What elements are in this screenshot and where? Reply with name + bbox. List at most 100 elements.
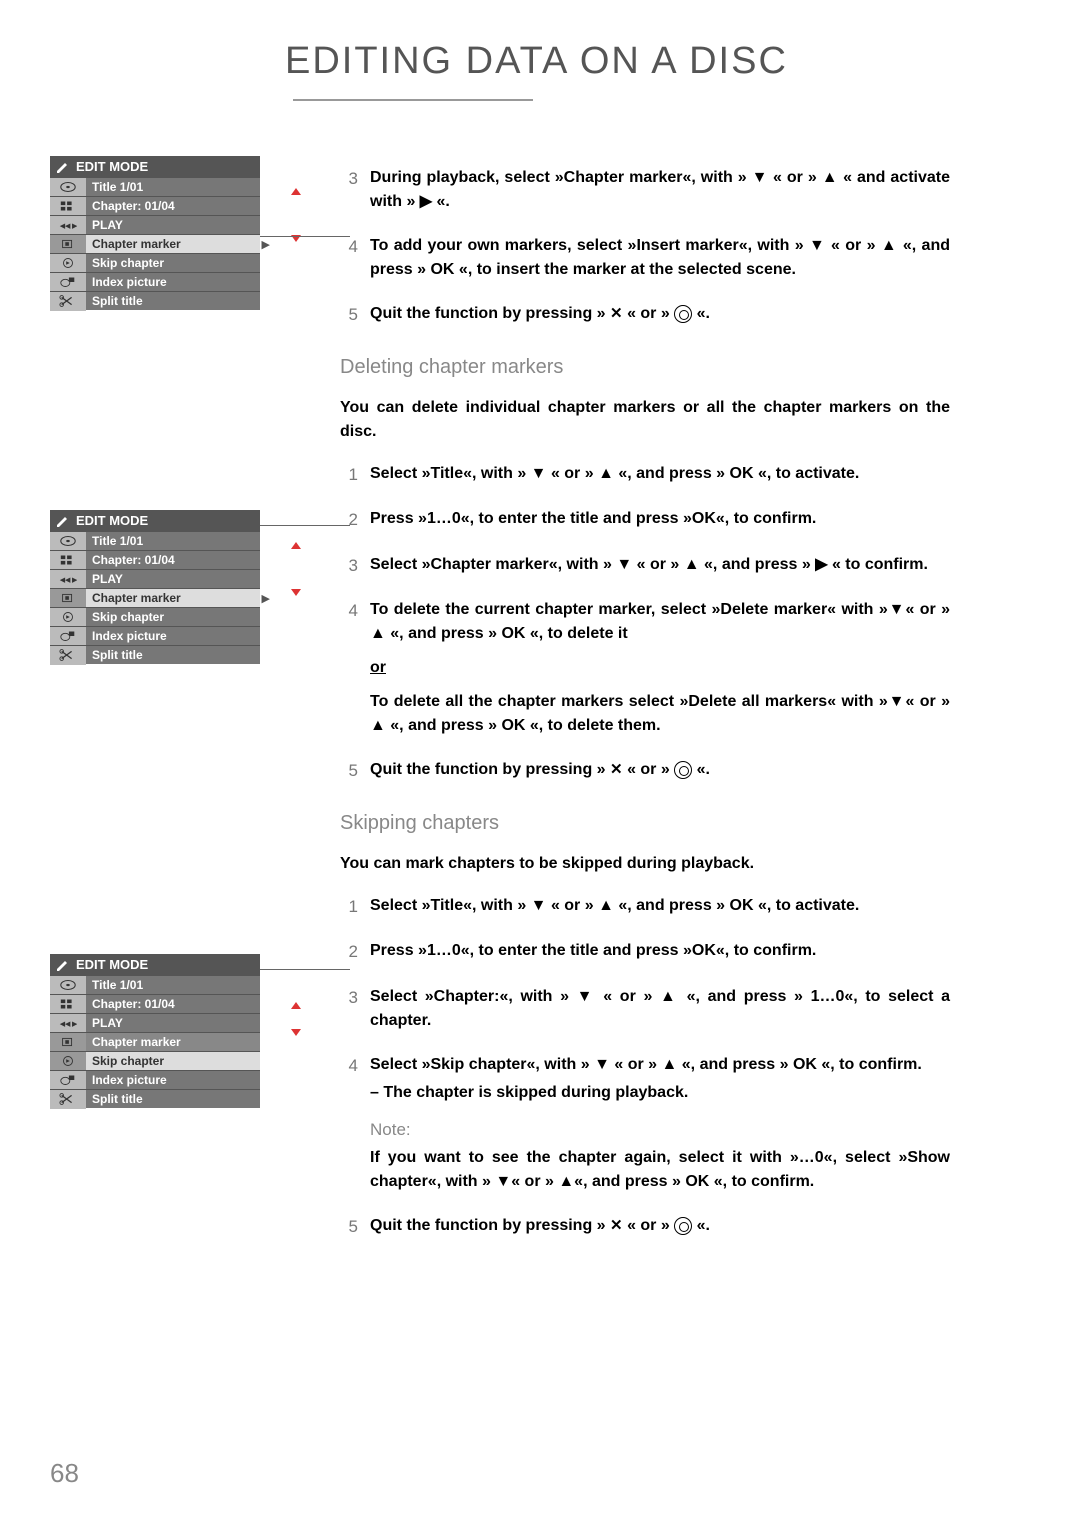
menu-row-chapter: Chapter: 01/04 bbox=[50, 994, 260, 1013]
menu-label: Chapter: 01/04 bbox=[86, 199, 260, 213]
step-1: 1Select »Title«, with » ▼ « or » ▲ «, an… bbox=[340, 894, 950, 920]
skip-icon bbox=[50, 254, 86, 273]
step-4: 4 To delete the current chapter marker, … bbox=[340, 598, 950, 738]
menu-row-title: Title 1/01 bbox=[50, 531, 260, 550]
menu-row-split: Split title bbox=[50, 645, 260, 664]
menu-label: Skip chapter bbox=[86, 256, 260, 270]
edit-mode-menu-1: EDIT MODE Title 1/01 Chapter: 01/04 ◀◀ ▶… bbox=[50, 156, 260, 310]
close-x-icon: ✕ bbox=[610, 1215, 623, 1238]
menu-row-chapter-marker: Chapter marker▶ bbox=[50, 588, 260, 607]
menu-row-title: Title 1/01 bbox=[50, 177, 260, 196]
svg-text:◀◀ ▶ ▶▶: ◀◀ ▶ ▶▶ bbox=[60, 577, 77, 584]
expand-right-icon: ▶ bbox=[262, 238, 270, 251]
menu-header: EDIT MODE bbox=[50, 954, 260, 975]
menu-header: EDIT MODE bbox=[50, 510, 260, 531]
step-3: 3Select »Chapter:«, with » ▼ « or » ▲ «,… bbox=[340, 985, 950, 1033]
step-text: To delete the current chapter marker, se… bbox=[370, 598, 950, 738]
menu-row-play: ◀◀ ▶ ▶▶ PLAY bbox=[50, 215, 260, 234]
step-number: 3 bbox=[340, 166, 370, 214]
step-5: 5 Quit the function by pressing » ✕ « or… bbox=[340, 758, 950, 784]
pencil-icon bbox=[56, 515, 70, 527]
menu-row-chapter: Chapter: 01/04 bbox=[50, 196, 260, 215]
grid-icon bbox=[50, 197, 86, 216]
page-title-text: EDITING DATA ON A DISC bbox=[285, 40, 788, 82]
step-text: Select »Chapter:«, with » ▼ « or » ▲ «, … bbox=[370, 985, 950, 1033]
stop-icon bbox=[674, 305, 692, 323]
step-1: 1Select »Title«, with » ▼ « or » ▲ «, an… bbox=[340, 462, 950, 488]
menu-row-index: Index picture bbox=[50, 1070, 260, 1089]
menu-label: Title 1/01 bbox=[86, 180, 260, 194]
menu-label: PLAY bbox=[86, 218, 260, 232]
step-text: Press »1…0«, to enter the title and pres… bbox=[370, 939, 950, 965]
menu-scroll-arrows bbox=[291, 510, 301, 596]
menu-scroll-arrows bbox=[291, 954, 301, 1036]
connector-line bbox=[260, 969, 350, 970]
step-5: 5 Quit the function by pressing » ✕ « or… bbox=[340, 302, 950, 328]
pencil-icon bbox=[56, 161, 70, 173]
menu-row-play: ◀◀ ▶ ▶▶PLAY bbox=[50, 569, 260, 588]
svg-text:◀◀ ▶ ▶▶: ◀◀ ▶ ▶▶ bbox=[60, 1021, 77, 1028]
disc-icon bbox=[50, 178, 86, 197]
close-x-icon: ✕ bbox=[610, 759, 623, 782]
stop-icon bbox=[674, 1217, 692, 1235]
menu-row-index: Index picture bbox=[50, 272, 260, 291]
step-text: During playback, select »Chapter marker«… bbox=[370, 166, 950, 214]
note-text: If you want to see the chapter again, se… bbox=[370, 1146, 950, 1194]
step-text: Quit the function by pressing » ✕ « or »… bbox=[370, 758, 950, 784]
marker-icon bbox=[50, 235, 86, 254]
menu-header-text: EDIT MODE bbox=[76, 957, 148, 972]
step-text: Press »1…0«, to enter the title and pres… bbox=[370, 507, 950, 533]
step-2: 2Press »1…0«, to enter the title and pre… bbox=[340, 939, 950, 965]
menu-row-chapter-marker: Chapter marker ▶ bbox=[50, 234, 260, 253]
step-2: 2Press »1…0«, to enter the title and pre… bbox=[340, 507, 950, 533]
step-number: 5 bbox=[340, 302, 370, 328]
step-text: Select »Chapter marker«, with » ▼ « or »… bbox=[370, 553, 950, 579]
menu-row-skip: Skip chapter bbox=[50, 1051, 260, 1070]
step-text: To add your own markers, select »Insert … bbox=[370, 234, 950, 282]
step-4: 4 Select »Skip chapter«, with » ▼ « or »… bbox=[340, 1053, 950, 1195]
section-intro: You can delete individual chapter marker… bbox=[340, 396, 950, 444]
menu-header: EDIT MODE bbox=[50, 156, 260, 177]
menu-row-skip: Skip chapter bbox=[50, 253, 260, 272]
pencil-icon bbox=[56, 959, 70, 971]
step-text: Select »Title«, with » ▼ « or » ▲ «, and… bbox=[370, 462, 950, 488]
title-underline bbox=[293, 99, 533, 101]
menu-label: Split title bbox=[86, 294, 260, 308]
scissors-icon bbox=[50, 292, 86, 311]
or-divider: or bbox=[370, 656, 950, 680]
menu-row-index: Index picture bbox=[50, 626, 260, 645]
connector-line bbox=[260, 525, 350, 526]
menu-row-title: Title 1/01 bbox=[50, 975, 260, 994]
index-icon bbox=[50, 273, 86, 292]
menu-row-play: ◀◀ ▶ ▶▶PLAY bbox=[50, 1013, 260, 1032]
edit-mode-menu-3: EDIT MODE Title 1/01 Chapter: 01/04 ◀◀ ▶… bbox=[50, 954, 260, 1108]
menu-row-chapter: Chapter: 01/04 bbox=[50, 550, 260, 569]
transport-icon: ◀◀ ▶ ▶▶ bbox=[50, 216, 86, 235]
page-number: 68 bbox=[50, 1458, 79, 1489]
svg-text:◀◀ ▶ ▶▶: ◀◀ ▶ ▶▶ bbox=[60, 223, 77, 230]
section-intro: You can mark chapters to be skipped duri… bbox=[340, 852, 950, 876]
step-5: 5 Quit the function by pressing » ✕ « or… bbox=[340, 1214, 950, 1240]
step-text: Select »Title«, with » ▼ « or » ▲ «, and… bbox=[370, 894, 950, 920]
close-x-icon: ✕ bbox=[610, 303, 623, 326]
step-3: 3Select »Chapter marker«, with » ▼ « or … bbox=[340, 553, 950, 579]
menu-row-split: Split title bbox=[50, 1089, 260, 1108]
edit-mode-menu-2: EDIT MODE Title 1/01 Chapter: 01/04 ◀◀ ▶… bbox=[50, 510, 260, 664]
step-text: Quit the function by pressing » ✕ « or »… bbox=[370, 1214, 950, 1240]
step-3: 3 During playback, select »Chapter marke… bbox=[340, 166, 950, 214]
menu-label: Chapter marker bbox=[86, 237, 260, 251]
stop-icon bbox=[674, 761, 692, 779]
menu-label: Index picture bbox=[86, 275, 260, 289]
step-4: 4 To add your own markers, select »Inser… bbox=[340, 234, 950, 282]
step-text: Select »Skip chapter«, with » ▼ « or » ▲… bbox=[370, 1053, 950, 1195]
menu-scroll-arrows bbox=[291, 156, 301, 242]
page-title: EDITING DATA ON A DISC bbox=[285, 40, 1020, 126]
section-heading-delete: Deleting chapter markers bbox=[340, 352, 950, 382]
step-number: 4 bbox=[340, 234, 370, 282]
menu-header-text: EDIT MODE bbox=[76, 159, 148, 174]
section-heading-skip: Skipping chapters bbox=[340, 808, 950, 838]
menu-header-text: EDIT MODE bbox=[76, 513, 148, 528]
menu-row-skip: Skip chapter bbox=[50, 607, 260, 626]
note-heading: Note: bbox=[370, 1117, 950, 1143]
menu-row-chapter-marker: Chapter marker bbox=[50, 1032, 260, 1051]
